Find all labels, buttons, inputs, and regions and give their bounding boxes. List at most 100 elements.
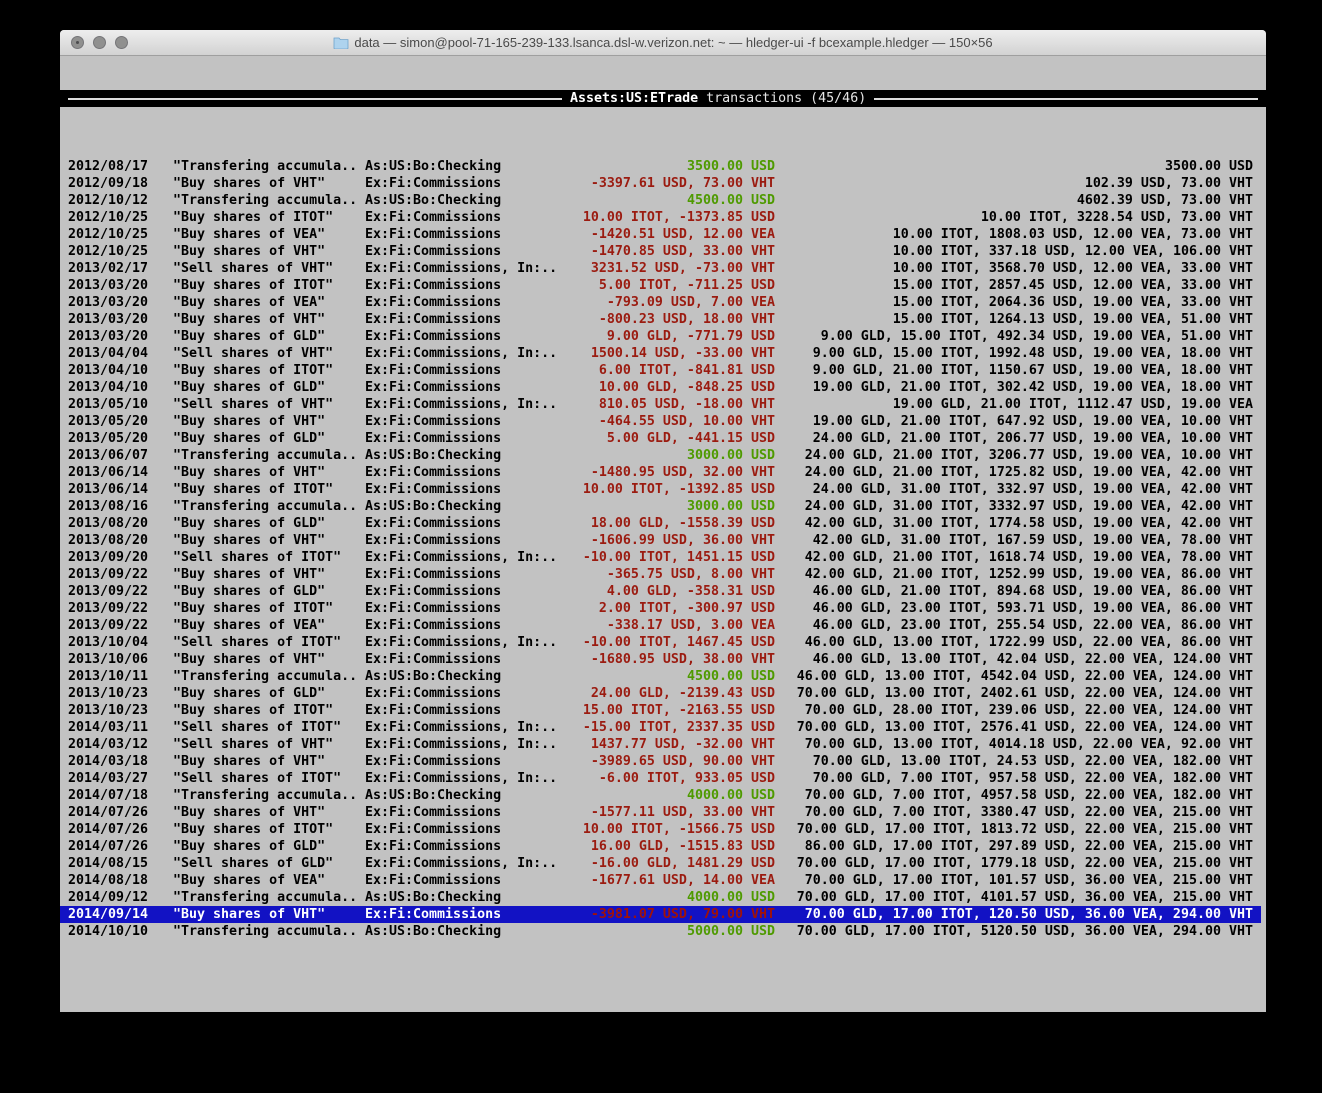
table-row[interactable]: 2014/03/27"Sell shares of ITOT"Ex:Fi:Com… [60,770,1261,787]
table-row[interactable]: 2013/05/10"Sell shares of VHT"Ex:Fi:Comm… [60,396,1261,413]
table-row[interactable]: 2014/08/15"Sell shares of GLD"Ex:Fi:Comm… [60,855,1261,872]
table-row[interactable]: 2013/05/20"Buy shares of GLD"Ex:Fi:Commi… [60,430,1261,447]
txn-account: As:US:Bo:Checking [365,447,565,464]
table-row[interactable]: 2013/10/23"Buy shares of GLD"Ex:Fi:Commi… [60,685,1261,702]
table-row[interactable]: 2013/10/04"Sell shares of ITOT"Ex:Fi:Com… [60,634,1261,651]
table-row[interactable]: 2013/02/17"Sell shares of VHT"Ex:Fi:Comm… [60,260,1261,277]
txn-balance: 70.00 GLD, 7.00 ITOT, 957.58 USD, 22.00 … [775,770,1253,787]
table-row[interactable]: 2014/09/12"Transfering accumula..As:US:B… [60,889,1261,906]
txn-date: 2013/08/20 [68,532,152,549]
txn-account: Ex:Fi:Commissions [365,311,565,328]
txn-description: "Transfering accumula.. [173,192,365,209]
txn-amount: -1680.95 USD, 38.00 VHT [565,651,775,668]
table-row[interactable]: 2013/03/20"Buy shares of ITOT"Ex:Fi:Comm… [60,277,1261,294]
txn-account: Ex:Fi:Commissions [365,243,565,260]
table-row[interactable]: 2014/07/18"Transfering accumula..As:US:B… [60,787,1261,804]
table-row[interactable]: 2013/10/23"Buy shares of ITOT"Ex:Fi:Comm… [60,702,1261,719]
txn-account: Ex:Fi:Commissions [365,753,565,770]
table-row[interactable]: 2013/09/20"Sell shares of ITOT"Ex:Fi:Com… [60,549,1261,566]
table-row[interactable]: 2012/10/25"Buy shares of VEA"Ex:Fi:Commi… [60,226,1261,243]
table-row[interactable]: 2013/04/10"Buy shares of ITOT"Ex:Fi:Comm… [60,362,1261,379]
txn-description: "Buy shares of GLD" [173,515,365,532]
txn-description: "Buy shares of ITOT" [173,600,365,617]
txn-account: As:US:Bo:Checking [365,787,565,804]
txn-date: 2013/03/20 [68,277,152,294]
table-row[interactable]: 2014/10/10"Transfering accumula..As:US:B… [60,923,1261,940]
txn-balance: 19.00 GLD, 21.00 ITOT, 647.92 USD, 19.00… [775,413,1253,430]
table-row[interactable]: 2013/09/22"Buy shares of VEA"Ex:Fi:Commi… [60,617,1261,634]
table-row[interactable]: 2013/09/22"Buy shares of GLD"Ex:Fi:Commi… [60,583,1261,600]
txn-description: "Buy shares of GLD" [173,328,365,345]
txn-description: "Buy shares of VHT" [173,753,365,770]
table-row[interactable]: 2012/10/12"Transfering accumula..As:US:B… [60,192,1261,209]
table-row[interactable]: 2013/10/06"Buy shares of VHT"Ex:Fi:Commi… [60,651,1261,668]
txn-account: Ex:Fi:Commissions [365,481,565,498]
table-row[interactable]: 2013/03/20"Buy shares of VHT"Ex:Fi:Commi… [60,311,1261,328]
txn-balance: 70.00 GLD, 13.00 ITOT, 2402.61 USD, 22.0… [775,685,1253,702]
txn-account: Ex:Fi:Commissions [365,413,565,430]
table-row[interactable]: 2012/09/18"Buy shares of VHT"Ex:Fi:Commi… [60,175,1261,192]
table-row[interactable]: 2014/07/26"Buy shares of VHT"Ex:Fi:Commi… [60,804,1261,821]
txn-amount: 16.00 GLD, -1515.83 USD [565,838,775,855]
txn-date: 2012/09/18 [68,175,152,192]
table-row[interactable]: 2013/08/20"Buy shares of VHT"Ex:Fi:Commi… [60,532,1261,549]
table-row[interactable]: 2013/05/20"Buy shares of VHT"Ex:Fi:Commi… [60,413,1261,430]
table-row[interactable]: 2013/04/10"Buy shares of GLD"Ex:Fi:Commi… [60,379,1261,396]
txn-account: Ex:Fi:Commissions [365,175,565,192]
txn-description: "Sell shares of ITOT" [173,719,365,736]
table-row[interactable]: 2013/03/20"Buy shares of VEA"Ex:Fi:Commi… [60,294,1261,311]
table-row[interactable]: 2013/10/11"Transfering accumula..As:US:B… [60,668,1261,685]
txn-date: 2013/10/04 [68,634,152,651]
txn-description: "Buy shares of VHT" [173,243,365,260]
table-row[interactable]: 2014/09/14"Buy shares of VHT"Ex:Fi:Commi… [60,906,1261,923]
table-row[interactable]: 2012/10/25"Buy shares of ITOT"Ex:Fi:Comm… [60,209,1261,226]
table-row[interactable]: 2012/10/25"Buy shares of VHT"Ex:Fi:Commi… [60,243,1261,260]
txn-amount: 9.00 GLD, -771.79 USD [565,328,775,345]
minimize-button[interactable] [93,36,106,49]
table-row[interactable]: 2013/04/04"Sell shares of VHT"Ex:Fi:Comm… [60,345,1261,362]
table-row[interactable]: 2013/03/20"Buy shares of GLD"Ex:Fi:Commi… [60,328,1261,345]
table-row[interactable]: 2014/03/18 "Buy shares of VHT"Ex:Fi:Commi… [60,753,1261,770]
txn-date: 2014/07/26 [68,838,152,855]
txn-date: 2013/05/10 [68,396,152,413]
zoom-button[interactable] [115,36,128,49]
txn-balance: 42.00 GLD, 21.00 ITOT, 1252.99 USD, 19.0… [775,566,1253,583]
txn-amount: -1420.51 USD, 12.00 VEA [565,226,775,243]
txn-amount: 3231.52 USD, -73.00 VHT [565,260,775,277]
txn-balance: 70.00 GLD, 17.00 ITOT, 101.57 USD, 36.00… [775,872,1253,889]
table-row[interactable]: 2013/06/14"Buy shares of ITOT"Ex:Fi:Comm… [60,481,1261,498]
txn-date: 2013/02/17 [68,260,152,277]
txn-description: "Buy shares of VHT" [173,804,365,821]
close-button[interactable] [71,36,84,49]
header-rule-right [874,98,1258,100]
txn-balance: 70.00 GLD, 13.00 ITOT, 24.53 USD, 22.00 … [775,753,1253,770]
table-row[interactable]: 2013/08/16"Transfering accumula..As:US:B… [60,498,1261,515]
table-row[interactable]: 2013/09/22"Buy shares of VHT"Ex:Fi:Commi… [60,566,1261,583]
table-row[interactable]: 2014/03/11"Sell shares of ITOT"Ex:Fi:Com… [60,719,1261,736]
txn-balance: 10.00 ITOT, 3568.70 USD, 12.00 VEA, 33.0… [775,260,1253,277]
txn-description: "Buy shares of VHT" [173,532,365,549]
txn-balance: 9.00 GLD, 15.00 ITOT, 492.34 USD, 19.00 … [775,328,1253,345]
table-row[interactable]: 2013/06/14"Buy shares of VHT"Ex:Fi:Commi… [60,464,1261,481]
txn-date: 2014/03/18 [68,753,152,770]
txn-description: "Buy shares of VHT" [173,413,365,430]
table-row[interactable]: 2014/07/26"Buy shares of GLD"Ex:Fi:Commi… [60,838,1261,855]
table-row[interactable]: 2013/08/20"Buy shares of GLD"Ex:Fi:Commi… [60,515,1261,532]
txn-description: "Buy shares of ITOT" [173,821,365,838]
txn-amount: -10.00 ITOT, 1467.45 USD [565,634,775,651]
table-row[interactable]: 2014/07/26"Buy shares of ITOT"Ex:Fi:Comm… [60,821,1261,838]
screen-title: Assets:US:ETradetransactions (45/46) [562,90,874,107]
txn-account: Ex:Fi:Commissions [365,328,565,345]
txn-amount: -15.00 ITOT, 2337.35 USD [565,719,775,736]
table-row[interactable]: 2012/08/17"Transfering accumula..As:US:B… [60,158,1261,175]
table-row[interactable]: 2014/08/18"Buy shares of VEA"Ex:Fi:Commi… [60,872,1261,889]
txn-description: "Sell shares of ITOT" [173,770,365,787]
table-row[interactable]: 2014/03/12"Sell shares of VHT"Ex:Fi:Comm… [60,736,1261,753]
txn-description: "Transfering accumula.. [173,447,365,464]
table-row[interactable]: 2013/09/22"Buy shares of ITOT"Ex:Fi:Comm… [60,600,1261,617]
table-row[interactable]: 2013/06/07"Transfering accumula..As:US:B… [60,447,1261,464]
txn-balance: 102.39 USD, 73.00 VHT [775,175,1253,192]
txn-balance: 70.00 GLD, 17.00 ITOT, 1779.18 USD, 22.0… [775,855,1253,872]
txn-date: 2012/10/12 [68,192,152,209]
txn-account: Ex:Fi:Commissions [365,872,565,889]
